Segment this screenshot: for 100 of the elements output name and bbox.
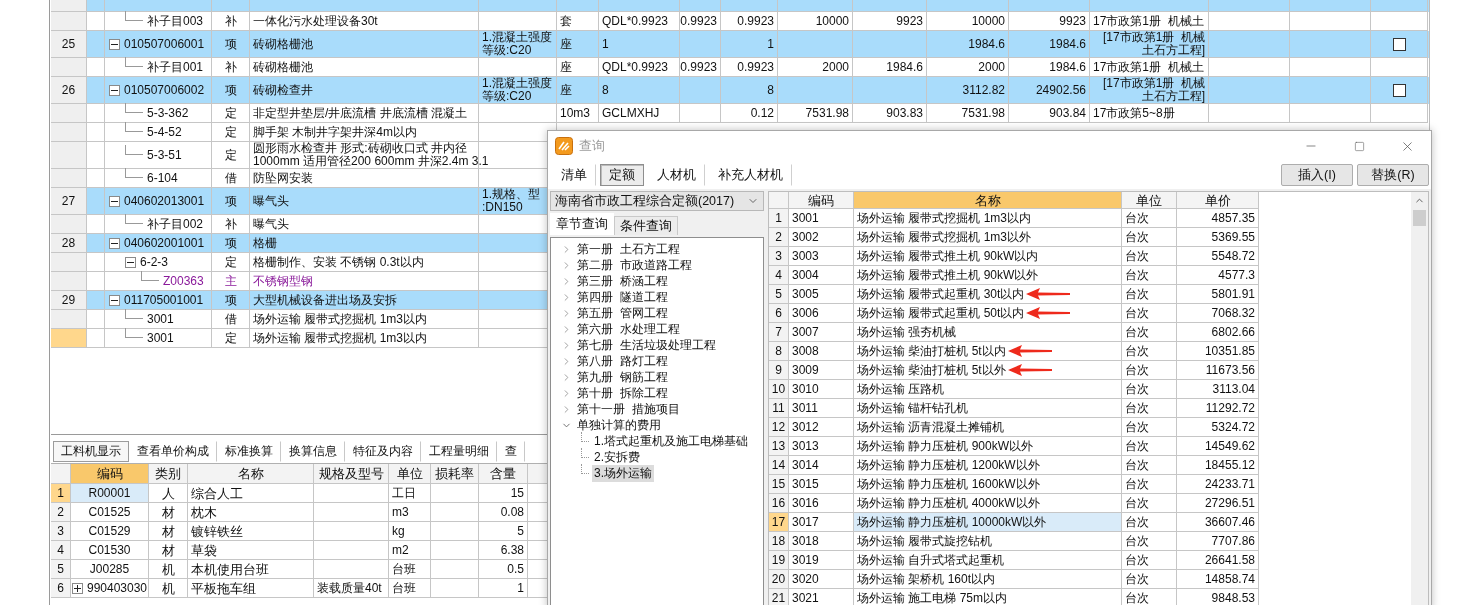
unit-text: 台次 (1125, 553, 1149, 567)
unit-text: 10m3 (560, 106, 591, 120)
row-number: 4 (775, 268, 782, 282)
column-header[interactable]: 损耗率 (431, 464, 479, 484)
name-text: 场外运输 静力压桩机 900kW以外 (857, 439, 1033, 453)
tree-item[interactable]: 第五册 管网工程 (575, 304, 670, 322)
row-header[interactable]: 11 (769, 399, 789, 418)
tree-item[interactable]: 第十一册 措施项目 (575, 400, 682, 418)
tree-item[interactable]: 第一册 土石方工程 (575, 240, 682, 258)
name-text: 一体化污水处理设备30t (253, 14, 378, 28)
tree-item[interactable]: 单独计算的费用 (575, 416, 663, 434)
row-header[interactable]: 9 (769, 361, 789, 380)
tree-item[interactable]: 第九册 钢筋工程 (575, 368, 670, 386)
column-header[interactable]: 单价 (1177, 192, 1259, 209)
unit-text: 套 (560, 14, 572, 28)
column-header[interactable]: 名称 (854, 192, 1122, 209)
code-text: 3016 (792, 496, 819, 510)
type-text: 项 (224, 37, 237, 51)
code-text: 3013 (792, 439, 819, 453)
row-header[interactable]: 26 (51, 77, 87, 104)
code-text: 040602001001 (124, 236, 205, 250)
cell-text: 0.9923 (737, 60, 774, 74)
type-text: 定 (224, 106, 237, 120)
row-header[interactable]: 1 (769, 209, 789, 228)
column-header[interactable]: 单位 (389, 464, 431, 484)
code-text: 3001 (147, 312, 174, 326)
dialog-title: 查询 (579, 137, 605, 155)
name-text: 场外运输 履带式旋挖钻机 (857, 534, 993, 548)
tree-item[interactable]: 第六册 水处理工程 (575, 320, 682, 338)
tree-item[interactable]: 第七册 生活垃圾处理工程 (575, 336, 718, 354)
row-header[interactable]: 27 (51, 188, 87, 215)
library-select[interactable]: 海南省市政工程综合定额(2017) (550, 191, 764, 211)
price-text: 14858.74 (1204, 572, 1255, 586)
tab[interactable]: 条件查询 (614, 216, 678, 235)
name-text: 草袋 (191, 543, 217, 557)
unit-text: 台次 (1125, 363, 1149, 377)
row-header[interactable]: 29 (51, 291, 87, 310)
tab[interactable]: 章节查询 (550, 213, 614, 235)
tree-item[interactable]: 1.塔式起重机及施工电梯基础 (592, 432, 750, 450)
price-text: 7707.86 (1211, 534, 1255, 548)
column-header[interactable]: 含量 (479, 464, 528, 484)
unit-text: 台次 (1125, 268, 1149, 282)
row-number: 28 (61, 236, 76, 250)
tab[interactable]: 工料机显示 (53, 441, 129, 462)
row-header[interactable]: 3 (51, 522, 71, 541)
row-header[interactable]: 8 (769, 342, 789, 361)
replace-button[interactable]: 替换(R) (1357, 164, 1429, 186)
code-text: 3018 (792, 534, 819, 548)
column-header[interactable]: 单位 (1122, 192, 1177, 209)
row-header[interactable]: 6 (769, 304, 789, 323)
row-header[interactable]: 2 (51, 503, 71, 522)
column-header[interactable]: 类别 (149, 464, 188, 484)
unit-text: 台次 (1125, 420, 1149, 434)
code-text: 3014 (792, 458, 819, 472)
library-name: 海南省市政工程综合定额(2017) (555, 192, 735, 210)
tab[interactable]: 定额 (600, 164, 644, 186)
row-header[interactable]: 28 (51, 234, 87, 253)
code-text: 3005 (792, 287, 819, 301)
insert-button[interactable]: 插入(I) (1281, 164, 1353, 186)
name-text: 防坠网安装 (253, 171, 313, 185)
cell-text: 0.12 (750, 106, 774, 120)
type-text: 项 (224, 83, 237, 97)
cell-text: 0.9923 (680, 60, 717, 74)
tree-item[interactable]: 3.场外运输 (592, 464, 654, 482)
row-header[interactable]: 7 (769, 323, 789, 342)
price-text: 5801.91 (1211, 287, 1255, 301)
tree-item[interactable]: 第十册 拆除工程 (575, 384, 670, 402)
row-header[interactable]: 6 (51, 579, 71, 598)
unit-text: 台次 (1125, 439, 1149, 453)
code-text: 010507006001 (124, 37, 205, 51)
row-header[interactable]: 5 (51, 560, 71, 579)
tree-item[interactable]: 2.安拆费 (592, 448, 642, 466)
row-header[interactable]: 2 (769, 228, 789, 247)
tree-item[interactable]: 第二册 市政道路工程 (575, 256, 694, 274)
tree-item[interactable]: 第八册 路灯工程 (575, 352, 670, 370)
unit-text: 座 (560, 60, 572, 74)
column-header[interactable]: 规格及型号 (314, 464, 389, 484)
name-text: 大型机械设备进出场及安拆 (253, 293, 397, 307)
row-header[interactable]: 4 (769, 266, 789, 285)
quantity-text: 15 (510, 486, 524, 500)
row-header[interactable]: 5 (769, 285, 789, 304)
spec-text: 1.混凝土强度等级:C20 (482, 31, 553, 57)
row-header[interactable]: 25 (51, 31, 87, 58)
column-header[interactable]: 编码 (71, 464, 149, 484)
row-header[interactable]: 3 (769, 247, 789, 266)
name-text: 砖砌检查井 (253, 83, 313, 97)
price-text: 3113.04 (1212, 382, 1255, 396)
tree-item[interactable]: 第四册 隧道工程 (575, 288, 670, 306)
cell-text: 24902.56 (1035, 83, 1086, 97)
tree-item[interactable]: 第三册 桥涵工程 (575, 272, 670, 290)
price-text: 11673.56 (1205, 363, 1255, 377)
row-number: 5 (775, 287, 782, 301)
column-header[interactable]: 名称 (188, 464, 314, 484)
code-text: C01529 (88, 524, 131, 538)
cell-text: 903.84 (1049, 106, 1086, 120)
row-number: 26 (61, 83, 76, 97)
row-header[interactable]: 4 (51, 541, 71, 560)
price-text: 18455.12 (1204, 458, 1255, 472)
row-header[interactable]: 1 (51, 484, 71, 503)
name-text: 场外运输 履带式起重机 30t以内 (857, 287, 1025, 301)
